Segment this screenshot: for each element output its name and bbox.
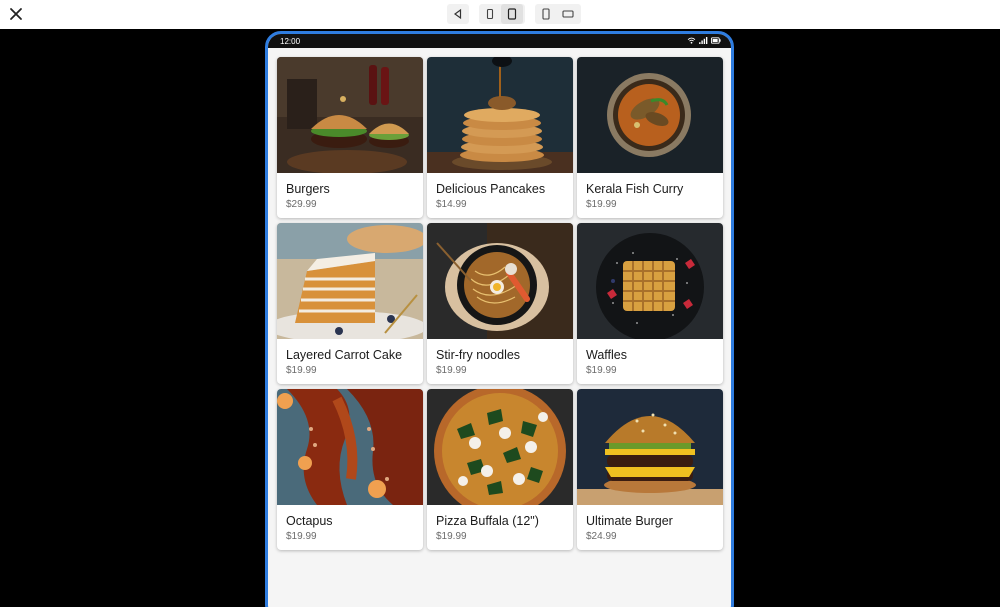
item-price: $24.99 — [586, 531, 617, 542]
device-frame: 12:00 Burgers $29.99 Delicious Pancakes … — [265, 31, 734, 607]
status-time: 12:00 — [280, 36, 301, 46]
menu-card[interactable]: Waffles $19.99 — [577, 223, 723, 384]
preview-toolbar — [0, 0, 1000, 29]
item-price: $29.99 — [286, 199, 317, 210]
item-name: Kerala Fish Curry — [586, 182, 684, 196]
close-icon[interactable] — [8, 6, 24, 22]
menu-card[interactable]: Layered Carrot Cake $19.99 — [277, 223, 423, 384]
battery-icon — [711, 36, 721, 46]
phone-small-icon[interactable] — [479, 4, 501, 24]
menu-card[interactable]: Ultimate Burger $24.99 — [577, 389, 723, 550]
menu-card[interactable]: Octapus $19.99 — [277, 389, 423, 550]
item-name: Delicious Pancakes — [436, 182, 546, 196]
menu-card[interactable]: Kerala Fish Curry $19.99 — [577, 57, 723, 218]
tablet-landscape-icon[interactable] — [557, 4, 579, 24]
burgers-image — [277, 57, 423, 173]
item-name: Layered Carrot Cake — [286, 348, 403, 362]
ultimate-burger-image — [577, 389, 723, 505]
phone-large-icon[interactable] — [501, 4, 523, 24]
menu-grid: Burgers $29.99 Delicious Pancakes $14.99… — [277, 57, 723, 550]
item-name: Ultimate Burger — [586, 514, 673, 528]
item-price: $19.99 — [436, 531, 467, 542]
menu-card[interactable]: Stir-fry noodles $19.99 — [427, 223, 573, 384]
menu-card[interactable]: Delicious Pancakes $14.99 — [427, 57, 573, 218]
back-button-group — [447, 4, 469, 24]
signal-icon — [699, 36, 708, 46]
fish-curry-image — [577, 57, 723, 173]
waffles-image — [577, 223, 723, 339]
menu-card[interactable]: Burgers $29.99 — [277, 57, 423, 218]
status-bar: 12:00 — [268, 34, 731, 48]
phone-size-group — [479, 4, 525, 24]
menu-card[interactable]: Pizza Buffala (12") $19.99 — [427, 389, 573, 550]
item-name: Waffles — [586, 348, 627, 362]
tablet-size-group — [535, 4, 581, 24]
carrot-cake-image — [277, 223, 423, 339]
tablet-portrait-icon[interactable] — [535, 4, 557, 24]
noodles-image — [427, 223, 573, 339]
item-price: $19.99 — [286, 531, 317, 542]
item-price: $19.99 — [586, 199, 617, 210]
item-price: $19.99 — [586, 365, 617, 376]
octopus-image — [277, 389, 423, 505]
back-triangle-icon[interactable] — [447, 4, 469, 24]
wifi-icon — [687, 37, 696, 46]
item-price: $19.99 — [436, 365, 467, 376]
item-name: Burgers — [286, 182, 330, 196]
item-name: Pizza Buffala (12") — [436, 514, 539, 528]
item-price: $19.99 — [286, 365, 317, 376]
pancakes-image — [427, 57, 573, 173]
pizza-image — [427, 389, 573, 505]
item-name: Octapus — [286, 514, 333, 528]
item-name: Stir-fry noodles — [436, 348, 521, 362]
item-price: $14.99 — [436, 199, 467, 210]
